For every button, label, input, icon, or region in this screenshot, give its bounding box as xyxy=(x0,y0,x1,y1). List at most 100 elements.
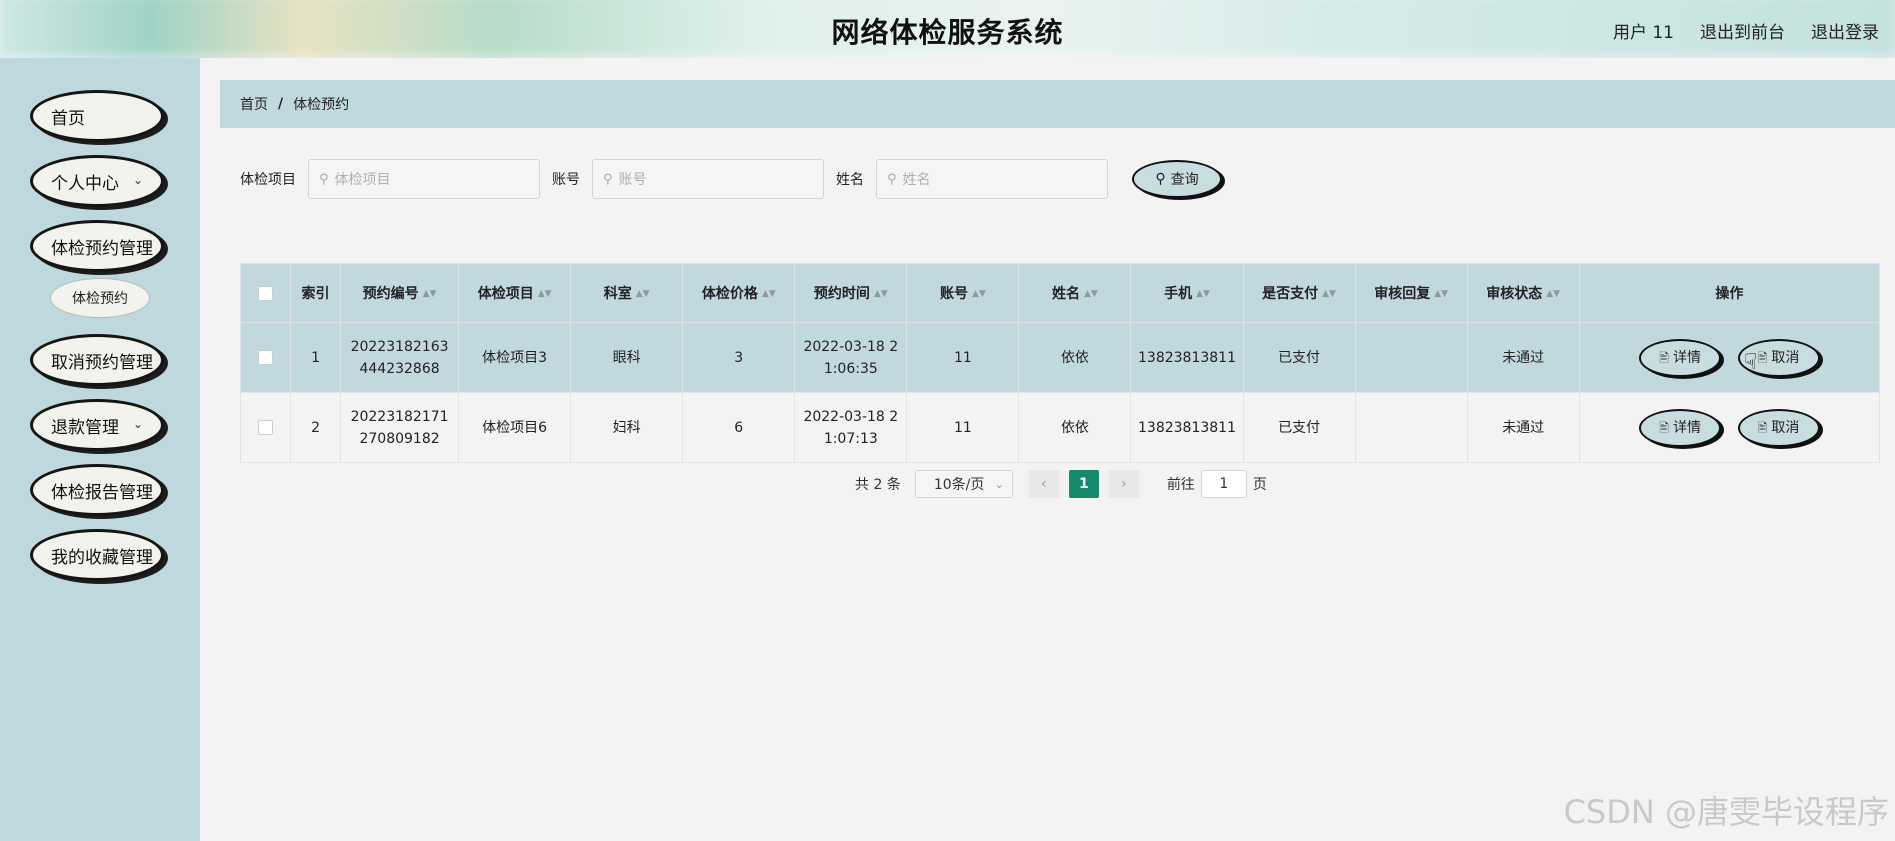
sidebar-item-label: 体检报告管理 xyxy=(51,482,153,503)
sort-icon[interactable]: ▲▼ xyxy=(762,289,776,299)
time-cell: 2022-03-18 2 1:07:13 xyxy=(794,392,908,463)
sort-icon[interactable]: ▲▼ xyxy=(538,289,552,299)
column-header[interactable]: 账号 ▲▼ xyxy=(906,263,1020,323)
sort-icon[interactable]: ▲▼ xyxy=(1084,289,1098,299)
appointment-table: 索引 预约编号 ▲▼ 体检项目 ▲▼ 科室 ▲▼ 体检价格 ▲▼ 预约时间 ▲▼ 账号 ▲▼… xyxy=(239,263,1881,463)
index-cell: 1 xyxy=(290,322,342,393)
sidebar-item-personal-center[interactable]: 个人中心 ⌄ xyxy=(30,155,164,207)
paid-cell: 已支付 xyxy=(1242,392,1356,463)
page-size-value: 10条/页 xyxy=(933,477,985,493)
sort-icon[interactable]: ▲▼ xyxy=(1322,289,1336,299)
column-header[interactable]: 是否支付 ▲▼ xyxy=(1242,263,1356,323)
column-header[interactable]: 预约时间 ▲▼ xyxy=(794,263,908,323)
column-header[interactable]: 科室 ▲▼ xyxy=(570,263,684,323)
row-checkbox[interactable] xyxy=(258,350,273,365)
user-name: 用户 11 xyxy=(1612,23,1674,43)
sort-icon[interactable]: ▲▼ xyxy=(874,289,888,299)
sidebar-item-label: 我的收藏管理 xyxy=(51,547,153,568)
account-search-input[interactable]: ⚲ 账号 xyxy=(592,159,824,199)
total-count: 共 2 条 xyxy=(855,477,901,493)
row-checkbox[interactable] xyxy=(258,420,273,435)
column-header[interactable]: 手机 ▲▼ xyxy=(1130,263,1244,323)
column-header[interactable]: 姓名 ▲▼ xyxy=(1018,263,1132,323)
account-label: 账号 xyxy=(552,172,580,188)
sidebar-item-label: 体检预约管理 xyxy=(51,238,153,259)
reply-cell xyxy=(1354,322,1468,393)
placeholder: 账号 xyxy=(618,172,647,188)
column-header[interactable]: 审核回复 ▲▼ xyxy=(1354,263,1468,323)
search-bar: 体检项目 ⚲ 体检项目 账号 ⚲ 账号 姓名 ⚲ 姓名 ⚲ 查询 xyxy=(240,159,1222,199)
project-label: 体检项目 xyxy=(240,172,296,188)
sidebar-item-label: 退款管理 xyxy=(51,417,119,438)
search-icon: ⚲ xyxy=(319,171,329,187)
dept-cell: 妇科 xyxy=(570,392,684,463)
table-row[interactable]: 1 20223182163 444232868 体检项目3 眼科 3 2022-0… xyxy=(239,322,1881,393)
sort-icon[interactable]: ▲▼ xyxy=(636,289,650,299)
chevron-down-icon: ⌄ xyxy=(132,173,143,187)
goto-page-input[interactable]: 1 xyxy=(1200,470,1247,498)
detail-button[interactable]: 🖹 详情 xyxy=(1639,338,1722,377)
column-header[interactable]: 体检价格 ▲▼ xyxy=(682,263,796,323)
column-header[interactable]: 预约编号 ▲▼ xyxy=(340,263,460,323)
sidebar-item-refund-management[interactable]: 退款管理 ⌄ xyxy=(30,399,164,451)
select-all-cell[interactable] xyxy=(239,263,292,323)
pagination: 共 2 条 10条/页 ⌄ ‹ 1 › 前往 1 页 xyxy=(855,470,1267,498)
page-size-select[interactable]: 10条/页 ⌄ xyxy=(914,470,1013,498)
cancel-button[interactable]: 🖹 取消 xyxy=(1737,408,1820,447)
next-page-button[interactable]: › xyxy=(1108,470,1139,498)
watermark: CSDN @唐雯毕设程序 xyxy=(1563,793,1889,831)
header-actions: 用户 11 退出到前台 退出登录 xyxy=(1613,18,1879,43)
project-cell: 体检项目3 xyxy=(458,322,572,393)
row-select-cell[interactable] xyxy=(239,322,292,393)
document-icon: 🖹 xyxy=(1757,350,1768,365)
row-select-cell[interactable] xyxy=(239,392,292,463)
query-button[interactable]: ⚲ 查询 xyxy=(1132,160,1222,198)
hand-cursor-icon: ☟ xyxy=(1744,350,1758,375)
name-cell: 依依 xyxy=(1018,322,1132,393)
actions-cell: 🖹 详情 🖹 取消 xyxy=(1578,322,1881,393)
search-icon: ⚲ xyxy=(603,171,613,187)
actions-cell: 🖹 详情 🖹 取消 xyxy=(1578,392,1881,463)
sidebar-subitem-appointment[interactable]: 体检预约 xyxy=(50,278,150,318)
sort-icon[interactable]: ▲▼ xyxy=(423,289,437,299)
column-header: 索引 xyxy=(290,263,342,323)
sidebar-item-label: 首页 xyxy=(51,108,85,129)
column-header[interactable]: 体检项目 ▲▼ xyxy=(458,263,572,323)
select-all-checkbox[interactable] xyxy=(258,285,273,301)
top-header: 网络体检服务系统 用户 11 退出到前台 退出登录 xyxy=(0,0,1895,58)
search-icon: ⚲ xyxy=(1155,171,1166,187)
price-cell: 6 xyxy=(682,392,796,463)
query-button-label: 查询 xyxy=(1170,172,1199,188)
name-search-input[interactable]: ⚲ 姓名 xyxy=(876,159,1108,199)
phone-cell: 13823813811 xyxy=(1130,392,1244,463)
index-cell: 2 xyxy=(290,392,342,463)
sort-icon[interactable]: ▲▼ xyxy=(1434,289,1448,299)
sidebar-item-report-management[interactable]: 体检报告管理 xyxy=(30,464,164,516)
back-to-frontend-link[interactable]: 退出到前台 xyxy=(1700,18,1785,43)
phone-cell: 13823813811 xyxy=(1130,322,1244,393)
detail-button[interactable]: 🖹 详情 xyxy=(1639,408,1722,447)
goto-label: 前往 xyxy=(1166,477,1195,493)
project-search-input[interactable]: ⚲ 体检项目 xyxy=(308,159,540,199)
paid-cell: 已支付 xyxy=(1242,322,1356,393)
sidebar-item-home[interactable]: 首页 xyxy=(30,90,164,142)
page-number-button[interactable]: 1 xyxy=(1068,470,1099,498)
sort-icon[interactable]: ▲▼ xyxy=(972,289,986,299)
time-cell: 2022-03-18 2 1:06:35 xyxy=(794,322,908,393)
sidebar-item-cancel-management[interactable]: 取消预约管理 xyxy=(30,334,164,386)
sidebar-item-favorites-management[interactable]: 我的收藏管理 xyxy=(30,529,164,581)
chevron-down-icon: ⌄ xyxy=(132,417,143,431)
placeholder: 姓名 xyxy=(902,172,931,188)
order-number-cell: 20223182171 270809182 xyxy=(340,392,460,463)
column-header[interactable]: 审核状态 ▲▼ xyxy=(1466,263,1580,323)
sidebar-item-appointment-management[interactable]: 体检预约管理 xyxy=(30,220,164,272)
breadcrumb-home[interactable]: 首页 xyxy=(240,94,268,114)
chevron-left-icon: ‹ xyxy=(1041,476,1047,492)
logout-link[interactable]: 退出登录 xyxy=(1811,18,1879,43)
sort-icon[interactable]: ▲▼ xyxy=(1196,289,1210,299)
prev-page-button[interactable]: ‹ xyxy=(1028,470,1059,498)
sort-icon[interactable]: ▲▼ xyxy=(1546,289,1560,299)
page-suffix: 页 xyxy=(1252,477,1267,493)
sidebar-item-label: 体检预约 xyxy=(72,291,128,307)
table-row[interactable]: 2 20223182171 270809182 体检项目6 妇科 6 2022-0… xyxy=(239,392,1881,463)
